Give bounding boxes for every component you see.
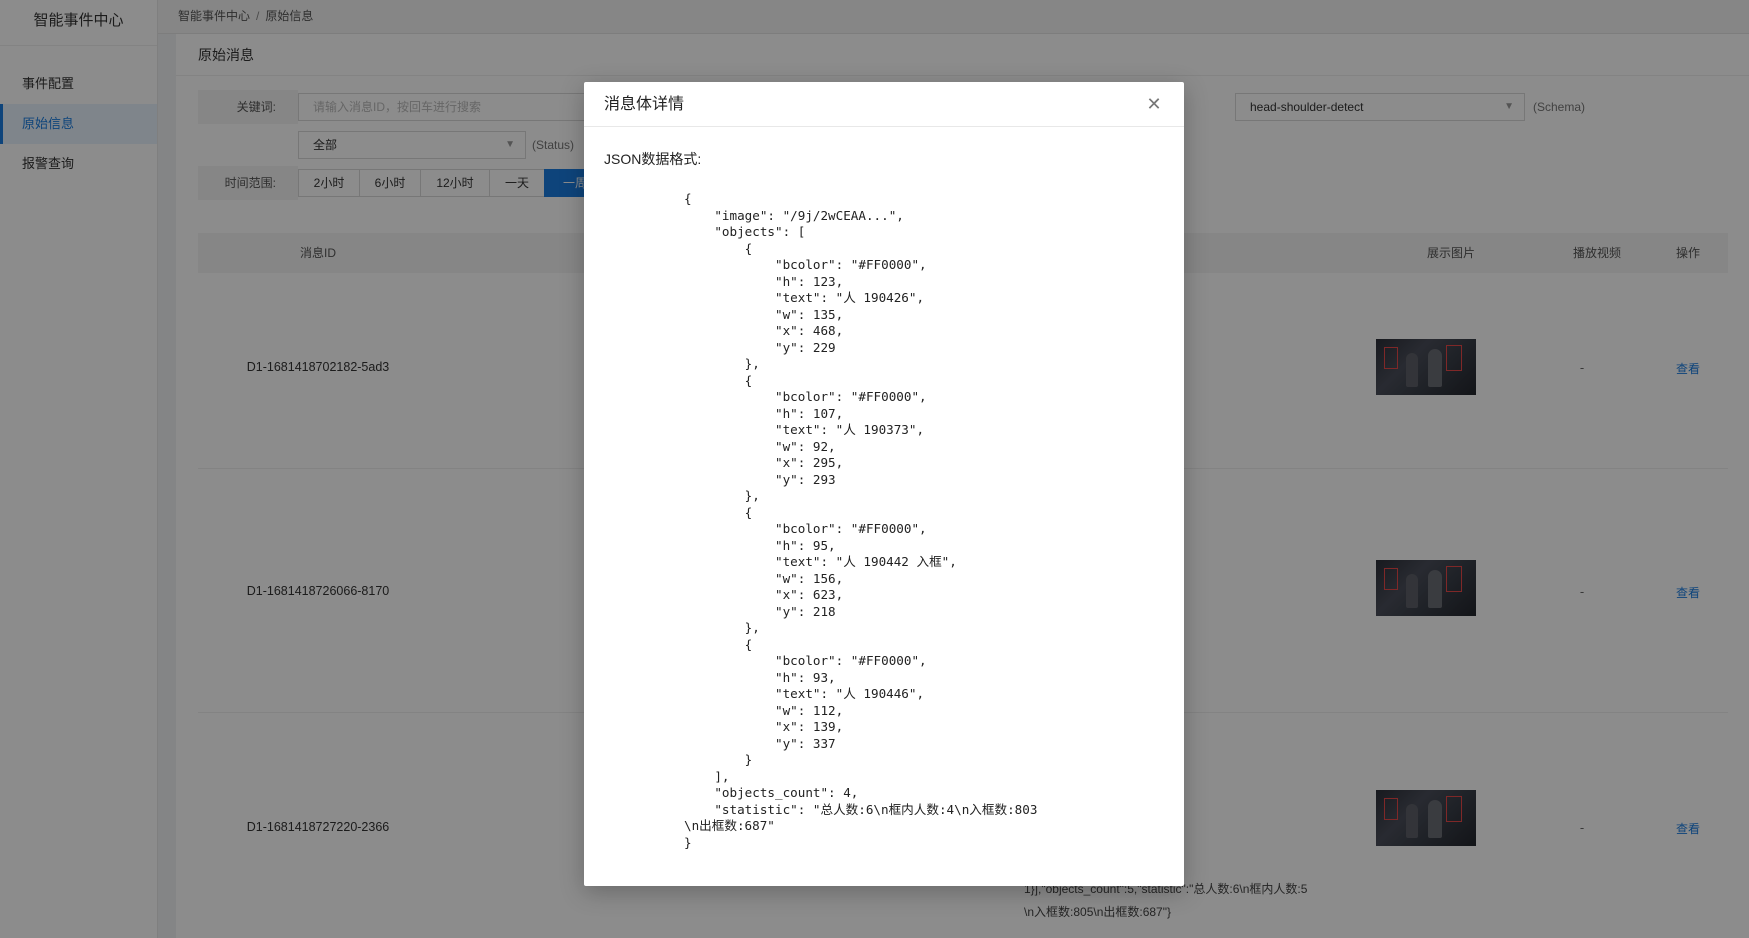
modal-title: 消息体详情 xyxy=(584,82,1184,127)
json-format-label: JSON数据格式: xyxy=(604,151,702,167)
modal-body: JSON数据格式: { "image": "/9j/2wCEAA...", "o… xyxy=(584,127,1184,873)
close-icon[interactable]: ✕ xyxy=(1144,94,1164,114)
json-content: { "image": "/9j/2wCEAA...", "objects": [… xyxy=(684,191,1038,850)
message-detail-modal: 消息体详情 ✕ JSON数据格式: { "image": "/9j/2wCEAA… xyxy=(584,82,1184,886)
